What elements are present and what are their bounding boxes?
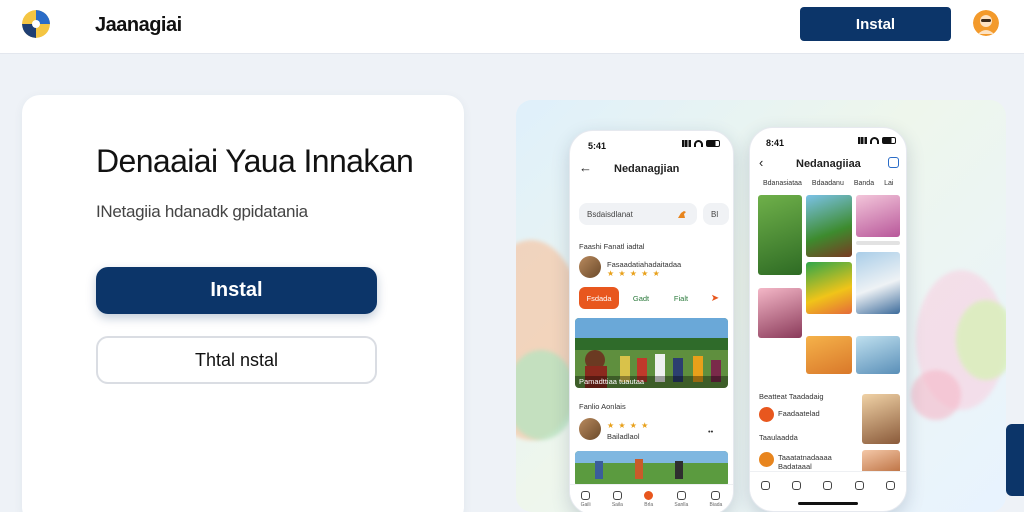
hero-card: Denaaiai Yaua Innakan INetagiia hdanadk …: [22, 95, 464, 512]
list-item-sub: Taaulaadda: [759, 433, 798, 442]
home-icon: [581, 491, 591, 500]
row-text: Fasaadatiahadaitadaa: [607, 260, 682, 269]
category-pill[interactable]: Gadt: [623, 287, 659, 309]
search-icon: [612, 491, 622, 500]
secondary-install-button[interactable]: Thtal nstal: [96, 336, 377, 384]
fire-icon[interactable]: ➤: [703, 287, 727, 309]
settings-icon: [885, 481, 895, 490]
install-button[interactable]: Instal: [96, 267, 377, 314]
bottom-tab-bar: Gaili Saila Brla Sanlla Biada: [570, 484, 733, 512]
home-indicator: [798, 502, 858, 505]
list-item-sub: Badataaal: [778, 462, 812, 471]
section-heading: Faashi Fanatl iadtal: [579, 242, 645, 251]
gallery-image[interactable]: [806, 262, 852, 314]
list-item-text[interactable]: Taaatatnadaaaa: [778, 453, 832, 462]
tab-settings[interactable]: [885, 481, 895, 490]
list-icon: [759, 407, 774, 422]
status-time: 8:41: [766, 138, 785, 148]
filter-chip[interactable]: Bl: [703, 203, 729, 225]
sub-tab-row: Bdanasiataa Bdaadanu Banda Lai: [763, 180, 893, 187]
signal-icon: [858, 137, 867, 144]
hero-subtitle: INetagiia hdanadk gpidatania: [96, 202, 308, 221]
back-chevron-icon[interactable]: ‹: [759, 155, 763, 170]
top-bar: Jaanagiai Instal: [0, 0, 1024, 54]
battery-icon: [706, 140, 720, 147]
battery-icon: [882, 137, 896, 144]
bottom-tab-bar: [750, 471, 906, 499]
tab-home[interactable]: Gaili: [581, 491, 591, 508]
gallery-image[interactable]: [856, 336, 900, 374]
sub-tab[interactable]: Bdaadanu: [812, 180, 844, 187]
avatar: [579, 256, 601, 278]
list-item-text[interactable]: Faadaatelad: [778, 409, 820, 418]
gallery-image[interactable]: [806, 195, 852, 257]
feature-photo[interactable]: [575, 451, 728, 487]
more-icon[interactable]: ••: [708, 427, 713, 436]
gallery-image[interactable]: [856, 252, 900, 314]
share-icon[interactable]: [888, 157, 899, 168]
fire-icon: [644, 491, 654, 500]
video-icon: [823, 481, 833, 490]
wifi-icon: [870, 137, 879, 144]
rating-stars: ★ ★ ★ ★ ★: [607, 269, 661, 278]
thumbnail-image[interactable]: [862, 394, 900, 444]
signal-icon: [682, 140, 691, 147]
kangaroo-icon: [678, 211, 686, 218]
brand-name[interactable]: Jaanagiai: [95, 14, 182, 37]
wifi-icon: [694, 140, 703, 147]
tab-explore[interactable]: Sanlla: [674, 491, 688, 508]
category-pill[interactable]: Fsdada: [579, 287, 619, 309]
profile-icon: [711, 491, 721, 500]
feature-photo[interactable]: Pamadttiaa tuautaa: [575, 318, 728, 388]
section-heading: Fanlio Aonlais: [579, 402, 626, 411]
decor-blob: [911, 370, 961, 420]
gallery-image[interactable]: [758, 195, 802, 275]
tab-active[interactable]: Brla: [644, 491, 654, 508]
phone-title: Nedanagjian: [614, 163, 680, 175]
phone-mockup-left: 5:41 ← Nedanagjian Bsdaisdlanat Bl Faash…: [569, 130, 734, 512]
status-icons: [858, 137, 896, 144]
phone-title: Nedanagiiaa: [796, 158, 861, 170]
side-tab[interactable]: [1006, 424, 1024, 496]
tab-profile[interactable]: Biada: [710, 491, 722, 508]
gallery-image[interactable]: [806, 336, 852, 374]
row-text: Bailadlaol: [607, 432, 640, 441]
library-icon: [792, 481, 802, 490]
search-text: Bsdaisdlanat: [587, 209, 633, 219]
profile-icon: [854, 481, 864, 490]
divider: [856, 241, 900, 245]
phone-mockup-right: 8:41 ‹ Nedanagiiaa Bdanasiataa Bdaadanu …: [749, 127, 907, 512]
hero-title: Denaaiai Yaua Innakan: [96, 143, 414, 179]
avatar: [579, 418, 601, 440]
rating-stars: ★ ★ ★ ★: [607, 421, 650, 430]
search-field[interactable]: Bsdaisdlanat: [579, 203, 697, 225]
photo-caption: Pamadttiaa tuautaa: [579, 377, 645, 386]
tab-home[interactable]: [761, 481, 771, 490]
sub-tab[interactable]: Bdanasiataa: [763, 180, 802, 187]
tab-video[interactable]: [823, 481, 833, 490]
header-install-button[interactable]: Instal: [800, 7, 951, 41]
list-icon: [759, 452, 774, 467]
tab-profile[interactable]: [854, 481, 864, 490]
sub-tab[interactable]: Lai: [884, 180, 893, 187]
status-icons: [682, 140, 720, 147]
tab-library[interactable]: [792, 481, 802, 490]
explore-icon: [676, 491, 686, 500]
sub-tab[interactable]: Banda: [854, 180, 874, 187]
tab-search[interactable]: Saila: [612, 491, 623, 508]
category-pill[interactable]: Fialt: [663, 287, 699, 309]
section-heading: Beatteat Taadadaig: [759, 392, 824, 401]
user-avatar-icon[interactable]: [973, 10, 999, 36]
gallery-image[interactable]: [856, 195, 900, 237]
back-arrow-icon[interactable]: ←: [579, 160, 592, 175]
home-icon: [761, 481, 771, 490]
gallery-image[interactable]: [758, 288, 802, 338]
status-time: 5:41: [588, 141, 607, 151]
globe-icon[interactable]: [22, 10, 50, 38]
